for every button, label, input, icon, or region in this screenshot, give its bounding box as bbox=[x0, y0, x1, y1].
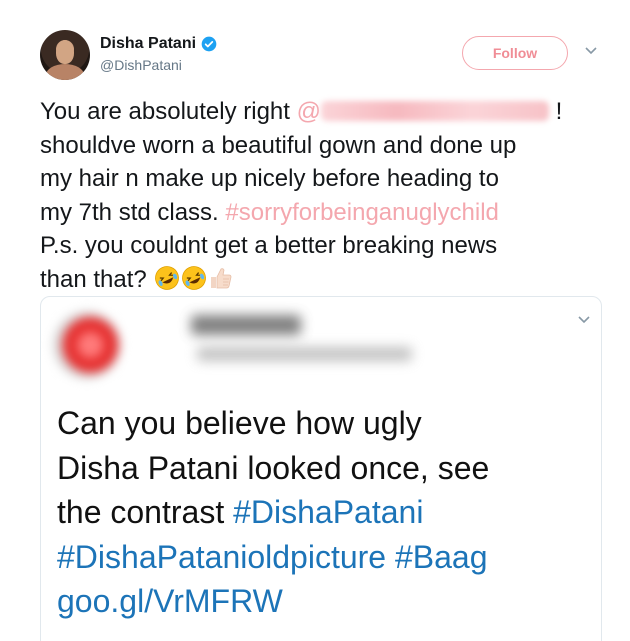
mention-blurred bbox=[321, 101, 549, 121]
mention-at: @ bbox=[296, 98, 321, 125]
tweet-line-2: shouldve worn a beautiful gown and done … bbox=[40, 131, 517, 159]
author-handle[interactable]: @DishPatani bbox=[100, 57, 217, 73]
tweet-line-1: You are absolutely right @ ! bbox=[40, 95, 620, 129]
quoted-tweet-card[interactable]: Can you believe how ugly Disha Patani lo… bbox=[40, 296, 602, 641]
tweet-text: You are absolutely right @ ! shouldve wo… bbox=[40, 95, 620, 296]
rolling-on-floor-laughing-emoji-icon bbox=[155, 265, 180, 290]
chevron-down-icon[interactable] bbox=[577, 315, 591, 325]
tweet-text-segment: my 7th std class. bbox=[40, 198, 226, 226]
tweet-card: Disha Patani @DishPatani Follow You are … bbox=[0, 0, 630, 641]
quoted-name-blurred bbox=[191, 315, 301, 335]
quoted-avatar-blurred bbox=[53, 311, 121, 379]
tweet-line-3: my hair n make up nicely before heading … bbox=[40, 165, 499, 192]
tweet-text-segment: ! bbox=[549, 98, 563, 125]
avatar-face bbox=[56, 40, 74, 64]
quoted-handle-blurred bbox=[197, 347, 412, 361]
tweet-text-segment: You are absolutely right bbox=[40, 98, 297, 125]
verified-badge-icon bbox=[201, 36, 217, 52]
tweet-text-segment: than that? bbox=[40, 265, 154, 293]
quoted-text-segment: the contrast bbox=[57, 494, 234, 530]
quoted-url-link[interactable]: goo.gl/VrMFRW bbox=[57, 583, 283, 619]
tweet-line-4: my 7th std class. #sorryforbeinganuglych… bbox=[40, 196, 620, 230]
tweet-line-5: P.s. you couldnt get a better breaking n… bbox=[40, 232, 498, 259]
avatar[interactable] bbox=[40, 30, 90, 80]
follow-button[interactable]: Follow bbox=[462, 36, 568, 70]
quoted-line-5: goo.gl/VrMFRW bbox=[57, 579, 587, 624]
avatar-shoulders bbox=[46, 64, 84, 80]
mention-link[interactable]: @ bbox=[297, 95, 549, 129]
chevron-down-icon[interactable] bbox=[584, 46, 598, 56]
quoted-line-2: Disha Patani looked once, see bbox=[57, 449, 490, 486]
quoted-hashtag-link[interactable]: #DishaPatanioldpicture bbox=[57, 539, 386, 575]
author-name[interactable]: Disha Patani bbox=[100, 35, 196, 53]
quoted-hashtag-link[interactable]: #DishaPatani bbox=[233, 494, 423, 530]
tweet-line-6: than that? bbox=[40, 263, 620, 297]
quoted-line-1: Can you believe how ugly bbox=[57, 405, 422, 441]
quoted-text-segment bbox=[386, 539, 395, 575]
quoted-line-4: #DishaPatanioldpicture #Baag bbox=[57, 535, 587, 580]
thumbs-up-emoji-icon bbox=[211, 267, 232, 288]
author-name-row: Disha Patani bbox=[100, 35, 217, 53]
hashtag-link[interactable]: #sorryforbeinganuglychild bbox=[225, 199, 499, 226]
quoted-line-3: the contrast #DishaPatani bbox=[57, 490, 587, 535]
quoted-tweet-text: Can you believe how ugly Disha Patani lo… bbox=[57, 401, 587, 624]
author-block: Disha Patani @DishPatani bbox=[100, 35, 217, 73]
quoted-hashtag-link[interactable]: #Baag bbox=[395, 539, 488, 575]
rolling-on-floor-laughing-emoji-icon bbox=[182, 265, 207, 290]
